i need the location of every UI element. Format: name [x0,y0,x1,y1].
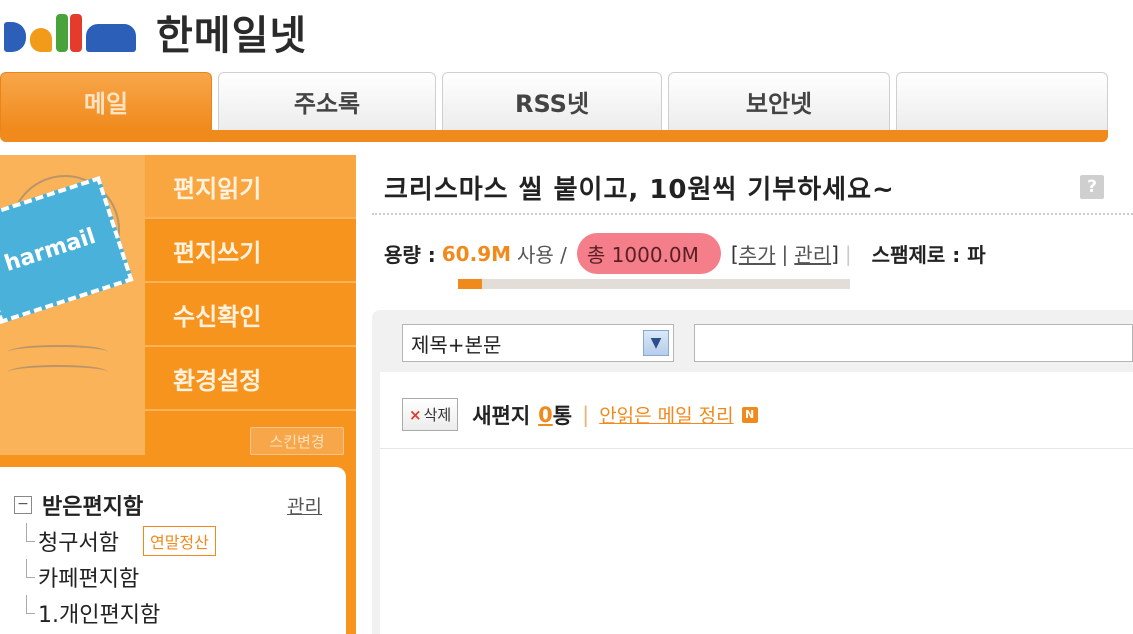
new-mail-label: 새편지 [472,403,531,428]
inbox-folder[interactable]: 받은편지함 [42,489,143,521]
usage-total: 총 1000.0M [576,233,721,274]
quota-progress-fill [458,279,482,289]
folder-manage-link[interactable]: 관리 [287,492,322,519]
stamp-text: harmail [1,223,99,277]
collapse-icon[interactable]: − [14,496,32,514]
quota-progress-bar [458,279,850,289]
storage-usage: 용량 : 60.9M 사용 / 총 1000.0M [추가 | 관리] | 스팸제로… [384,233,986,274]
divider [372,213,1133,215]
folder-item-bills[interactable]: 청구서함 연말정산 [10,523,336,559]
new-badge-icon: N [741,406,758,423]
promo-headline[interactable]: 크리스마스 씰 붙이고, 10원씩 기부하세요~ [384,169,895,206]
inbox-header: − 받은편지함 관리 [10,487,336,523]
usage-used: 60.9M [441,241,512,266]
help-icon[interactable]: ? [1080,175,1104,199]
search-scope-value: 제목+본문 [411,332,502,357]
tab-address-book[interactable]: 주소록 [218,72,436,130]
stamp-decoration: harmail [0,155,145,455]
folder-item-personal[interactable]: 1.개인편지함 [10,595,336,631]
usage-used-suffix: 사용 / [517,243,567,267]
folder-list: − 받은편지함 관리 청구서함 연말정산 카페편지함 1.개인편지함 [0,467,346,634]
tab-rss[interactable]: RSS넷 [442,72,662,130]
add-storage-link[interactable]: 추가 [739,239,776,268]
mail-list-toolbar: × 삭제 새편지 0 통 | 안읽은 메일 정리 N [402,398,758,431]
change-skin-button[interactable]: 스킨변경 [250,427,344,455]
folder-item-label: 청구서함 [38,531,119,556]
service-title: 한메일넷 [156,13,308,59]
tab-blank[interactable] [896,72,1108,130]
folder-item-label: 1.개인편지함 [38,603,161,628]
year-end-tax-badge[interactable]: 연말정산 [142,526,216,556]
tab-underline-bar [0,130,1108,142]
search-bar: 제목+본문 ▼ [372,310,1133,372]
sidebar-menu: 편지읽기 편지쓰기 수신확인 환경설정 [145,155,356,411]
main-content: 크리스마스 씰 붙이고, 10원씩 기부하세요~ ? 용량 : 60.9M 사용… [372,155,1133,634]
folder-item-label: 카페편지함 [38,567,140,592]
spam-zero-label[interactable]: 스팸제로 : 파 [872,239,986,268]
delete-x-icon: × [409,405,422,424]
manage-storage-link[interactable]: 관리 [794,239,831,268]
tab-mail[interactable]: 메일 [0,72,212,130]
daum-logo[interactable]: 한메일넷 [4,6,308,59]
new-mail-unit: 통 [552,403,573,428]
mail-list-panel: × 삭제 새편지 0 통 | 안읽은 메일 정리 N [372,372,1133,634]
folder-item-cafe[interactable]: 카페편지함 [10,559,336,595]
tab-security[interactable]: 보안넷 [668,72,890,130]
search-input[interactable] [694,324,1133,362]
menu-receipt-check[interactable]: 수신확인 [145,283,356,347]
search-scope-select[interactable]: 제목+본문 ▼ [402,324,674,362]
list-divider [380,448,1133,449]
new-mail-count[interactable]: 0 [538,403,553,427]
menu-write-mail[interactable]: 편지쓰기 [145,219,356,283]
menu-settings[interactable]: 환경설정 [145,347,356,411]
daum-logo-mark [4,6,140,58]
usage-label: 용량 : [384,243,436,267]
sidebar: harmail 편지읽기 편지쓰기 수신확인 환경설정 스킨변경 − 받은편지함… [0,155,356,634]
delete-button[interactable]: × 삭제 [402,398,459,431]
menu-read-mail[interactable]: 편지읽기 [145,155,356,219]
main-tabs: 메일 주소록 RSS넷 보안넷 [0,72,1110,142]
clean-unread-link[interactable]: 안읽은 메일 정리 [599,401,733,428]
chevron-down-icon[interactable]: ▼ [643,330,669,356]
delete-label: 삭제 [423,406,452,424]
